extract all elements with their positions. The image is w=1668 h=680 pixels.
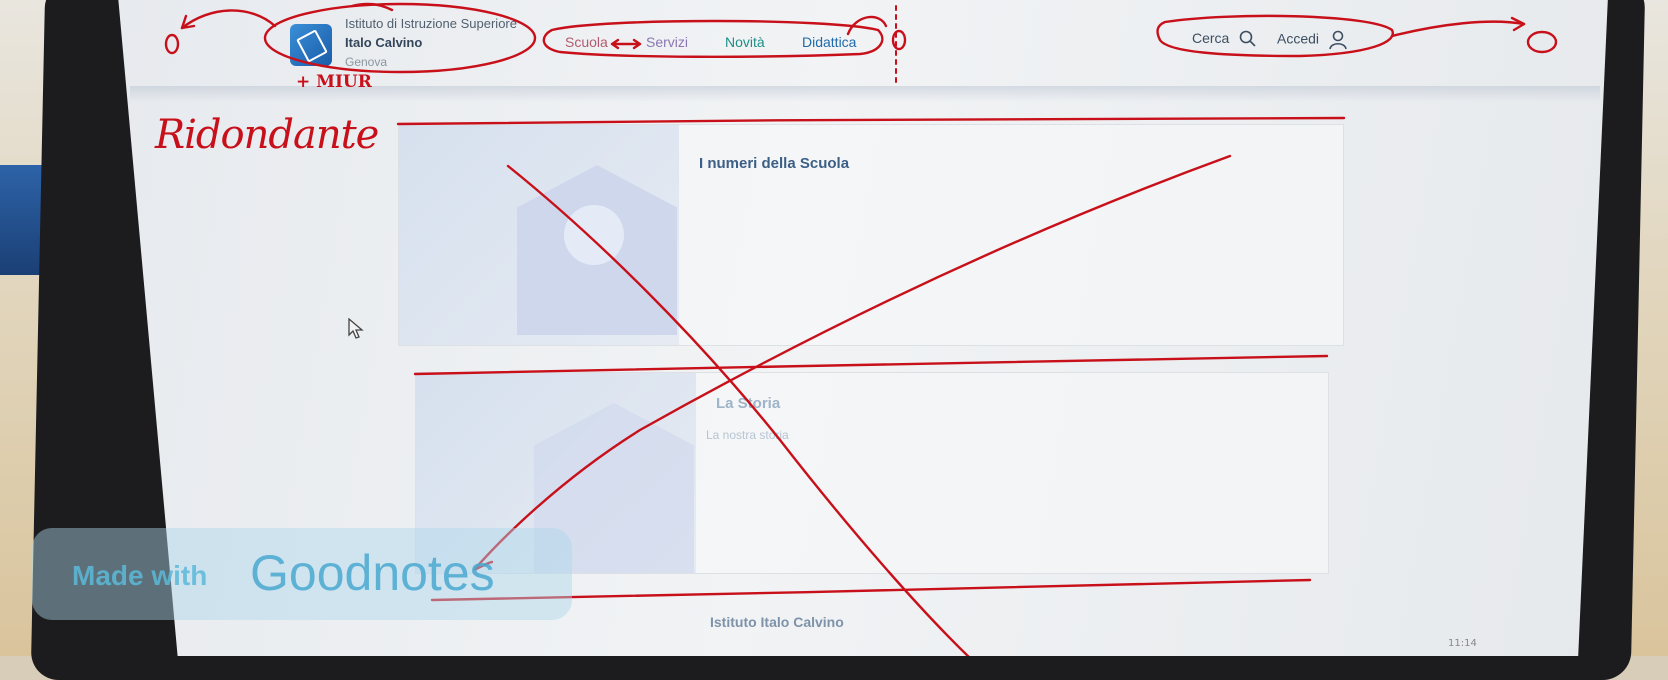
school-name-line1[interactable]: Istituto di Istruzione Superiore xyxy=(345,16,517,31)
school-logo-icon[interactable] xyxy=(290,24,332,66)
annotation-redundant: Ridondante xyxy=(155,112,379,158)
nav-item-didattica[interactable]: Didattica xyxy=(802,34,856,50)
section-title-footer: Istituto Italo Calvino xyxy=(710,614,844,630)
card-subtitle: La nostra storia xyxy=(706,428,789,442)
watermark-brand: Goodnotes xyxy=(250,545,495,601)
school-city: Genova xyxy=(345,55,388,69)
search-icon xyxy=(1239,30,1256,47)
mouse-cursor-icon xyxy=(348,318,364,339)
nav-item-servizi[interactable]: Servizi xyxy=(646,34,688,50)
card-title[interactable]: La Storia xyxy=(716,395,780,412)
card-image xyxy=(399,125,679,345)
search-label: Cerca xyxy=(1192,30,1230,46)
annotation-miur: + MIUR xyxy=(296,72,372,92)
nav-item-novita[interactable]: Novità xyxy=(725,34,765,50)
login-button[interactable]: Accedi xyxy=(1277,30,1347,50)
search-button[interactable]: Cerca xyxy=(1192,30,1257,48)
school-name-line2[interactable]: Italo Calvino xyxy=(345,35,422,50)
clock-icon xyxy=(564,205,624,265)
login-label: Accedi xyxy=(1277,30,1320,47)
card-title[interactable]: I numeri della Scuola xyxy=(699,155,849,172)
nav-item-scuola[interactable]: Scuola xyxy=(565,34,608,50)
card-school-numbers[interactable]: I numeri della Scuola xyxy=(398,124,1344,346)
user-icon xyxy=(1329,30,1347,50)
watermark-made-with: Made with xyxy=(72,560,208,591)
taskbar-clock: 11:14 xyxy=(1448,638,1477,649)
